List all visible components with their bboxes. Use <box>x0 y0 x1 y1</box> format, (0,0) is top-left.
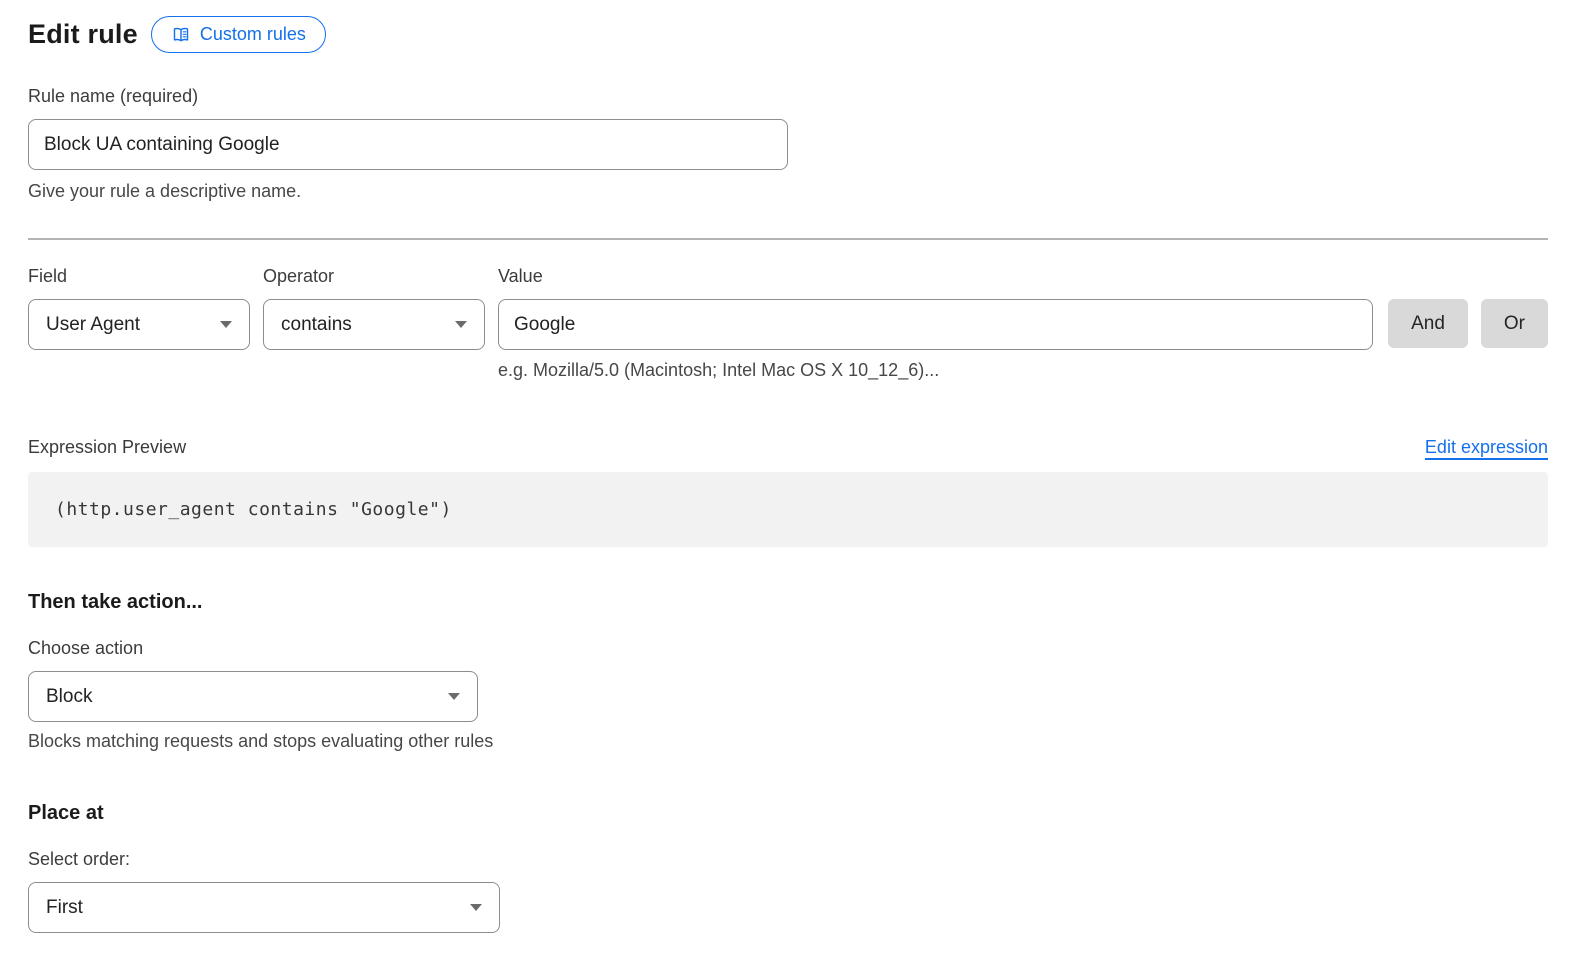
operator-select-value: contains <box>281 314 352 336</box>
choose-action-label: Choose action <box>28 638 1548 659</box>
value-input[interactable] <box>498 299 1373 350</box>
expression-preview-label: Expression Preview <box>28 437 186 458</box>
field-label: Field <box>28 266 250 287</box>
chevron-down-icon <box>455 321 467 328</box>
and-button[interactable]: And <box>1388 299 1468 348</box>
rule-name-label: Rule name (required) <box>28 86 1548 107</box>
select-order-label: Select order: <box>28 849 1548 870</box>
rule-name-help: Give your rule a descriptive name. <box>28 181 1548 202</box>
order-select[interactable]: First <box>28 882 500 933</box>
edit-rule-page: Edit rule Custom rules Rule name (requir… <box>0 0 1587 973</box>
book-icon <box>171 25 191 45</box>
field-select-value: User Agent <box>46 314 140 336</box>
condition-row: Field User Agent Operator contains Value… <box>28 266 1548 381</box>
field-select[interactable]: User Agent <box>28 299 250 350</box>
action-select[interactable]: Block <box>28 671 478 722</box>
rule-name-section: Rule name (required) Give your rule a de… <box>28 86 1548 202</box>
order-select-value: First <box>46 897 83 919</box>
operator-column: Operator contains <box>263 266 485 350</box>
custom-rules-label: Custom rules <box>200 24 306 45</box>
page-header: Edit rule Custom rules <box>28 16 1548 53</box>
value-column: Value e.g. Mozilla/5.0 (Macintosh; Intel… <box>498 266 1373 381</box>
place-at-heading: Place at <box>28 802 1548 825</box>
action-help: Blocks matching requests and stops evalu… <box>28 731 1548 752</box>
expression-code: (http.user_agent contains "Google") <box>55 499 452 520</box>
chevron-down-icon <box>448 693 460 700</box>
action-select-value: Block <box>46 686 92 708</box>
value-label: Value <box>498 266 1373 287</box>
operator-select[interactable]: contains <box>263 299 485 350</box>
section-divider <box>28 238 1548 240</box>
action-heading: Then take action... <box>28 591 1548 614</box>
chevron-down-icon <box>470 904 482 911</box>
value-help: e.g. Mozilla/5.0 (Macintosh; Intel Mac O… <box>498 360 1373 381</box>
rule-name-input[interactable] <box>28 119 788 170</box>
or-button[interactable]: Or <box>1481 299 1548 348</box>
field-column: Field User Agent <box>28 266 250 350</box>
expression-preview-box: (http.user_agent contains "Google") <box>28 472 1548 547</box>
placement-section: Place at Select order: First <box>28 802 1548 933</box>
operator-label: Operator <box>263 266 485 287</box>
expression-section: Expression Preview Edit expression (http… <box>28 437 1548 547</box>
expression-header: Expression Preview Edit expression <box>28 437 1548 458</box>
custom-rules-badge[interactable]: Custom rules <box>151 16 326 53</box>
chevron-down-icon <box>220 321 232 328</box>
action-section: Then take action... Choose action Block … <box>28 591 1548 752</box>
edit-expression-link[interactable]: Edit expression <box>1425 437 1548 458</box>
page-title: Edit rule <box>28 19 138 50</box>
